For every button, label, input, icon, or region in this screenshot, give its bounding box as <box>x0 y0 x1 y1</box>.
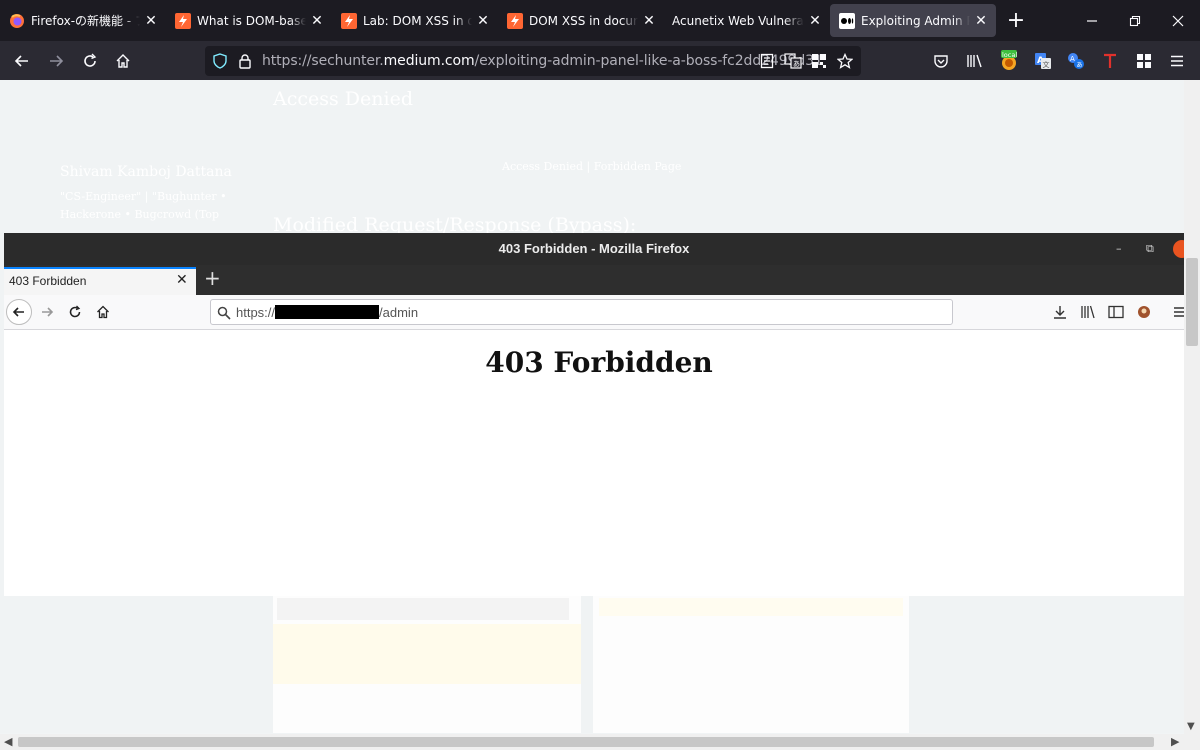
pocket-icon[interactable] <box>929 49 953 73</box>
close-icon: ✕ <box>176 272 188 288</box>
tab-lab-dom-xss[interactable]: Lab: DOM XSS in document ✕ <box>332 0 498 41</box>
close-icon[interactable]: ✕ <box>808 13 822 29</box>
outer-toolbar: https://sechunter.medium.com/exploiting-… <box>0 41 1200 80</box>
scroll-left-icon[interactable]: ◀ <box>4 735 12 748</box>
new-tab-icon: + <box>204 266 221 290</box>
url-bar[interactable]: https://sechunter.medium.com/exploiting-… <box>205 46 861 76</box>
author-bio: "CS-Engineer" | "Bughunter • <box>60 190 227 203</box>
download-icon <box>1050 302 1070 322</box>
svg-text:文: 文 <box>1043 60 1050 69</box>
menu-icon <box>1170 302 1184 322</box>
redacted-domain <box>275 305 380 319</box>
tab-title: Acunetix Web Vulnerability <box>672 13 804 28</box>
svg-text:あ: あ <box>793 60 800 68</box>
portswigger-icon <box>341 12 357 29</box>
screenshot-tab-title: 403 Forbidden <box>9 274 87 288</box>
svg-text:A: A <box>1070 55 1075 63</box>
home-icon <box>93 302 113 322</box>
scroll-right-icon[interactable]: ▶ <box>1171 735 1179 748</box>
close-icon[interactable]: ✕ <box>642 13 656 29</box>
scrollbar-thumb[interactable] <box>18 737 1154 747</box>
close-icon[interactable]: ✕ <box>310 13 324 29</box>
tab-firefox-whats-new[interactable]: Firefox-の新機能 - ブラウザ ✕ <box>0 0 166 41</box>
back-icon <box>6 299 32 325</box>
search-icon <box>217 305 231 324</box>
screenshot-url-bar: https:///admin <box>210 299 953 325</box>
screenshot-url-text: https:///admin <box>236 305 419 320</box>
svg-text:あ: あ <box>1077 62 1083 69</box>
translate-extension-icon[interactable]: Aあ <box>1064 49 1088 73</box>
restore-icon[interactable] <box>1113 0 1157 41</box>
minimize-icon: – <box>1116 242 1122 255</box>
text-extension-icon[interactable] <box>1098 49 1122 73</box>
screenshot-toolbar: https:///admin <box>4 295 1184 330</box>
tab-exploiting-admin-panel[interactable]: Exploiting Admin Panel ✕ <box>830 4 996 37</box>
bookmark-star-icon[interactable] <box>835 51 855 71</box>
author-bio: Hackerone • Bugcrowd (Top <box>60 208 220 221</box>
extension-local-icon[interactable]: local <box>997 49 1021 73</box>
image-caption: Access Denied | Forbidden Page <box>502 160 682 173</box>
back-icon[interactable] <box>10 49 34 73</box>
portswigger-icon <box>507 12 523 29</box>
screenshot-tab-strip: 403 Forbidden ✕ + <box>4 265 1184 295</box>
screenshot-window-title: 403 Forbidden - Mozilla Firefox <box>498 241 690 256</box>
outer-tab-strip: Firefox-の新機能 - ブラウザ ✕ What is DOM-based … <box>0 0 1200 41</box>
window-close-icon[interactable] <box>1156 0 1200 41</box>
tab-title: Firefox-の新機能 - ブラウザ <box>31 14 140 28</box>
extensions-icon[interactable] <box>1132 49 1156 73</box>
portswigger-icon <box>175 12 191 29</box>
tab-title: Lab: DOM XSS in document <box>363 13 472 28</box>
window-close-icon <box>1173 240 1184 258</box>
library-icon <box>1078 302 1098 322</box>
tab-dom-xss-what-is[interactable]: What is DOM-based XSS ✕ <box>166 0 332 41</box>
extension-icon <box>1134 302 1154 322</box>
horizontal-scrollbar[interactable]: ◀ ▶ <box>0 734 1200 750</box>
restore-icon: ⧉ <box>1146 242 1154 255</box>
heading-access-denied: Access Denied <box>273 88 413 110</box>
author-name[interactable]: Shivam Kamboj Dattana <box>60 164 232 180</box>
new-tab-button[interactable]: + <box>996 0 1036 41</box>
sidebar-icon <box>1106 302 1126 322</box>
article-image-response <box>593 596 909 733</box>
library-icon[interactable] <box>963 49 987 73</box>
reload-icon <box>65 302 85 322</box>
scrollbar-thumb[interactable] <box>1186 258 1198 346</box>
close-icon[interactable]: ✕ <box>974 13 988 29</box>
tab-title: What is DOM-based XSS <box>197 13 306 28</box>
reload-icon[interactable] <box>78 49 102 73</box>
screenshot-page-body: 403 Forbidden <box>4 330 1184 596</box>
medium-icon <box>839 12 855 29</box>
reader-view-icon[interactable] <box>757 51 777 71</box>
menu-icon[interactable] <box>1165 49 1189 73</box>
google-translate-icon[interactable]: A文 <box>1031 49 1055 73</box>
minimize-icon[interactable] <box>1070 0 1114 41</box>
qr-code-icon[interactable] <box>809 51 829 71</box>
shield-icon[interactable] <box>210 51 230 71</box>
url-text[interactable]: https://sechunter.medium.com/exploiting-… <box>262 53 823 69</box>
scroll-down-icon[interactable]: ▼ <box>1187 721 1195 732</box>
translate-icon[interactable]: あ <box>783 51 803 71</box>
tab-title: DOM XSS in document <box>529 13 638 28</box>
tab-title: Exploiting Admin Panel <box>861 13 970 28</box>
forbidden-heading: 403 Forbidden <box>485 346 713 379</box>
article-image-request <box>273 596 581 733</box>
screenshot-titlebar: 403 Forbidden - Mozilla Firefox – ⧉ <box>4 233 1184 265</box>
firefox-icon <box>9 13 25 29</box>
screenshot-tab: 403 Forbidden ✕ <box>4 267 196 295</box>
forward-icon <box>37 302 57 322</box>
home-icon[interactable] <box>111 49 135 73</box>
close-icon[interactable]: ✕ <box>476 13 490 29</box>
forward-icon[interactable] <box>44 49 68 73</box>
vertical-scrollbar[interactable]: ▼ <box>1184 80 1200 735</box>
svg-text:local: local <box>1002 51 1017 59</box>
tab-dom-xss-document[interactable]: DOM XSS in document ✕ <box>498 0 664 41</box>
tab-acunetix[interactable]: Acunetix Web Vulnerability ✕ <box>664 0 830 41</box>
lock-icon[interactable] <box>235 51 255 71</box>
close-icon[interactable]: ✕ <box>144 13 158 29</box>
screenshot-403-forbidden: 403 Forbidden - Mozilla Firefox – ⧉ 403 … <box>4 233 1184 596</box>
